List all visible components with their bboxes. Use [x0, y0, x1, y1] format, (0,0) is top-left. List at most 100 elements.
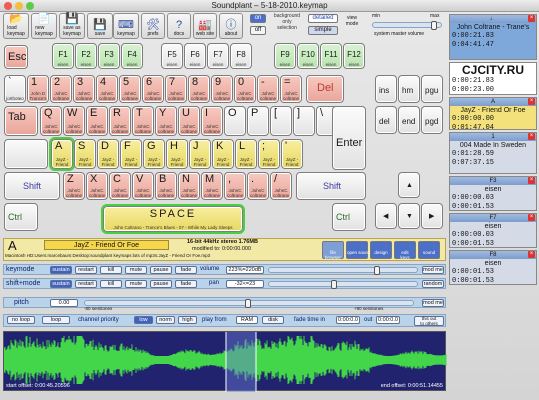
- function-key-f5[interactable]: F5 eisen: [161, 43, 183, 69]
- pan-thumb[interactable]: [331, 280, 337, 289]
- key-comma[interactable]: , JohnC coltrane: [224, 172, 246, 200]
- nav-key-pgu[interactable]: pgu: [421, 75, 443, 103]
- key-4[interactable]: 4 JohnC coltrane: [96, 75, 118, 103]
- kill-option[interactable]: kill: [100, 280, 122, 288]
- key-h[interactable]: H JayZ - Friend: [166, 139, 188, 169]
- playing-slot[interactable]: A × JayZ - Friend Or Foe 0:00:00.000:01:47.…: [449, 97, 537, 132]
- close-icon[interactable]: ×: [528, 133, 535, 140]
- enter-key[interactable]: Enter: [332, 106, 366, 170]
- key-u[interactable]: U JohnC coltrane: [178, 106, 200, 136]
- key-e[interactable]: E JohnC coltrane: [86, 106, 108, 136]
- key-s[interactable]: S JayZ - Friend: [74, 139, 96, 169]
- left-shift-key[interactable]: Shift: [4, 172, 60, 200]
- function-key-f8[interactable]: F8 eisen: [230, 43, 252, 69]
- function-key-f11[interactable]: F11 eisen: [320, 43, 342, 69]
- key-slash[interactable]: / JohnC coltrane: [270, 172, 292, 200]
- key-t[interactable]: T JohnC coltrane: [132, 106, 154, 136]
- key-f[interactable]: F JayZ - Friend: [120, 139, 142, 169]
- waveform-display[interactable]: start offset: 0:00:45.20596 end offset: …: [3, 331, 447, 392]
- close-icon[interactable]: ×: [528, 15, 535, 22]
- function-key-f9[interactable]: F9 eisen: [274, 43, 296, 69]
- random-button[interactable]: random: [422, 280, 444, 288]
- pan-value-field[interactable]: -32<=23: [226, 280, 264, 288]
- key-j[interactable]: J JayZ - Friend: [189, 139, 211, 169]
- volume-thumb[interactable]: [374, 266, 380, 275]
- mod-me-button[interactable]: mod me: [422, 266, 444, 274]
- key-l[interactable]: L JayZ - Friend: [235, 139, 257, 169]
- key-w[interactable]: W JohnC coltrane: [63, 106, 85, 136]
- arrow-down-key[interactable]: ▼: [398, 203, 420, 229]
- this-out-to-others-button[interactable]: this out to others: [414, 316, 444, 326]
- fade-out-field[interactable]: 0:00:0.0: [376, 316, 400, 324]
- off-button[interactable]: off: [250, 26, 266, 35]
- info-button-open-sound[interactable]: open sound: [346, 241, 371, 259]
- key-x[interactable]: X JohnC coltrane: [86, 172, 108, 200]
- key-i[interactable]: I JohnC coltrane: [201, 106, 223, 136]
- playing-slot[interactable]: F7 × eisen 0:00:00.030:00:01.53: [449, 213, 537, 248]
- detailed-view-button[interactable]: detailed: [308, 14, 338, 23]
- nav-key-end[interactable]: end: [398, 106, 420, 134]
- info-button-edit-keys[interactable]: edit keys: [394, 241, 416, 260]
- high-option[interactable]: high: [178, 316, 197, 324]
- key-7[interactable]: 7 JohnC coltrane: [165, 75, 187, 103]
- toolbar-button-docs[interactable]: ? docs: [167, 13, 191, 39]
- key-3[interactable]: 3 JohnC coltrane: [73, 75, 95, 103]
- toolbar-button-load-keymap[interactable]: 📂 load keymap: [3, 13, 29, 39]
- key-0[interactable]: 0 JohnC coltrane: [234, 75, 256, 103]
- info-button-file-browser[interactable]: file browser: [322, 241, 344, 260]
- system-volume-thumb[interactable]: [431, 21, 437, 30]
- key-q[interactable]: Q JohnC coltrane: [40, 106, 62, 136]
- key-m[interactable]: M JohnC coltrane: [201, 172, 223, 200]
- no-loop-button[interactable]: no loop: [7, 316, 35, 324]
- track-name-field[interactable]: JayZ - Friend Or Foe: [44, 240, 169, 250]
- arrow-left-key[interactable]: ◀: [375, 203, 397, 229]
- key-semicolon[interactable]: ; JayZ - Friend: [258, 139, 280, 169]
- key-n[interactable]: N JohnC coltrane: [178, 172, 200, 200]
- nav-key-del[interactable]: del: [375, 106, 397, 134]
- volume-slider[interactable]: [268, 266, 418, 275]
- norm-option[interactable]: norm: [156, 316, 175, 324]
- function-key-f4[interactable]: F4 eisen: [121, 43, 143, 69]
- pan-slider[interactable]: [268, 280, 418, 289]
- playing-slot[interactable]: 1 × 004 Made In Sweden 0:01:28.590:07:37.15: [449, 132, 537, 174]
- nav-key-ins[interactable]: ins: [375, 75, 397, 103]
- caps-lock-key[interactable]: [4, 139, 48, 169]
- info-button-design[interactable]: design: [370, 241, 392, 259]
- fade-option[interactable]: fade: [175, 280, 197, 288]
- key-v[interactable]: V JohnC coltrane: [132, 172, 154, 200]
- key-1[interactable]: 1 John D Trance's: [27, 75, 49, 103]
- toolbar-button-new-keymap[interactable]: 📄 new keymap: [31, 13, 57, 39]
- info-button-sound[interactable]: sound: [418, 241, 440, 259]
- left-ctrl-key[interactable]: Ctrl: [4, 203, 38, 231]
- mod-me-pitch-button[interactable]: mod me: [422, 299, 444, 307]
- pitch-thumb[interactable]: [245, 299, 251, 308]
- restart-option[interactable]: restart: [75, 266, 97, 274]
- key-c[interactable]: C JohnC coltrane: [109, 172, 131, 200]
- key-y[interactable]: Y JohnC coltrane: [155, 106, 177, 136]
- playing-slot[interactable]: F3 × eisen 0:00:00.030:00:01.53: [449, 176, 537, 211]
- on-button[interactable]: on: [250, 14, 266, 23]
- sustain-option[interactable]: sustain: [50, 280, 72, 288]
- space-key[interactable]: SPACE John Coltrano - Trance's Blues - 07…: [101, 204, 245, 234]
- close-icon[interactable]: ×: [528, 214, 535, 221]
- function-key-f3[interactable]: F3 eisen: [98, 43, 120, 69]
- toolbar-button-keymap[interactable]: ⌨ keymap: [113, 13, 139, 39]
- function-key-f12[interactable]: F12 eisen: [343, 43, 365, 69]
- key-equals[interactable]: = JohnC coltrane: [280, 75, 302, 103]
- toolbar-button-prefs[interactable]: 🛠 prefs: [141, 13, 165, 39]
- kill-option[interactable]: kill: [100, 266, 122, 274]
- toolbar-button-save-as-keymap[interactable]: 💾 save as keymap: [59, 13, 85, 39]
- simple-view-button[interactable]: simple: [308, 26, 338, 35]
- disk-button[interactable]: disk: [262, 316, 284, 324]
- nav-key-pgd[interactable]: pgd: [421, 106, 443, 134]
- function-key-f10[interactable]: F10 eisen: [297, 43, 319, 69]
- toolbar-button-web-site[interactable]: 🏭 web site: [193, 13, 217, 39]
- key-o[interactable]: O: [224, 106, 246, 136]
- function-key-f2[interactable]: F2 eisen: [75, 43, 97, 69]
- key-5[interactable]: 5 JohnC coltrane: [119, 75, 141, 103]
- key-rbracket[interactable]: ]: [293, 106, 315, 136]
- close-icon[interactable]: ×: [528, 177, 535, 184]
- delete-key[interactable]: Del: [306, 75, 344, 103]
- key-r[interactable]: R JohnC coltrane: [109, 106, 131, 136]
- mute-option[interactable]: mute: [125, 266, 147, 274]
